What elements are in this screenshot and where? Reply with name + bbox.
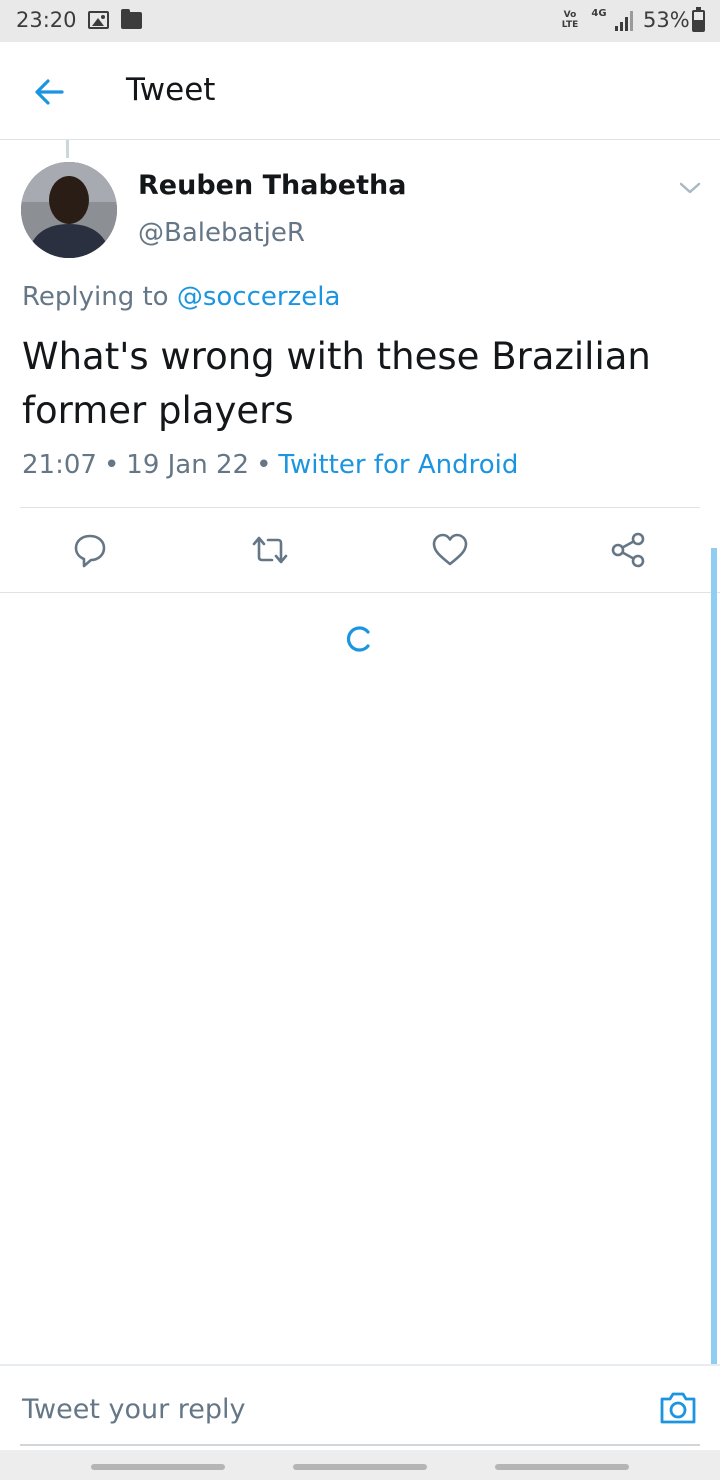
- chevron-down-icon: [679, 182, 701, 194]
- replying-to-line: Replying to @soccerzela: [22, 282, 340, 312]
- tweet-meta: 21:07 • 19 Jan 22 • Twitter for Android: [22, 450, 518, 480]
- tweet-time: 21:07: [22, 450, 97, 480]
- network-type-indicator: 4G: [591, 8, 607, 19]
- scrollbar[interactable]: [711, 548, 717, 1364]
- tweet-source-link[interactable]: Twitter for Android: [278, 450, 518, 480]
- battery-icon: [692, 7, 705, 32]
- page-title: Tweet: [126, 72, 216, 108]
- camera-icon: [660, 1392, 696, 1424]
- replying-to-label: Replying to: [22, 282, 169, 312]
- avatar-photo: [21, 162, 117, 258]
- system-navigation-bar: [0, 1450, 720, 1480]
- folder-notification-icon: [121, 9, 142, 29]
- share-icon: [611, 532, 645, 568]
- reply-button[interactable]: [70, 530, 110, 570]
- author-handle[interactable]: @BalebatjeR: [138, 218, 305, 248]
- camera-button[interactable]: [656, 1386, 700, 1430]
- thread-connector-line: [66, 140, 69, 158]
- battery-percentage: 53%: [643, 8, 690, 32]
- arrow-left-icon: [35, 79, 64, 105]
- divider: [20, 507, 700, 508]
- back-button[interactable]: [28, 70, 72, 114]
- divider: [0, 592, 720, 593]
- status-bar: 23:20 Vo LTE 4G 53%: [0, 0, 720, 42]
- meta-separator: •: [103, 450, 120, 480]
- volte-indicator: Vo LTE: [561, 10, 579, 30]
- reply-icon: [74, 534, 106, 568]
- reply-input-underline: [20, 1444, 700, 1446]
- replying-to-handle-link[interactable]: @soccerzela: [177, 282, 341, 312]
- nav-gesture-back[interactable]: [91, 1464, 225, 1470]
- spinner-icon: [346, 626, 370, 652]
- status-time: 23:20: [16, 8, 77, 32]
- author-name[interactable]: Reuben Thabetha: [138, 170, 406, 201]
- loading-spinner: [344, 624, 374, 654]
- tweet-menu-button[interactable]: [678, 178, 702, 198]
- avatar[interactable]: [21, 162, 117, 258]
- reply-composer-bar: Tweet your reply: [0, 1364, 720, 1446]
- nav-gesture-recents[interactable]: [495, 1464, 629, 1470]
- tweet-date: 19 Jan 22: [126, 450, 250, 480]
- top-app-bar: Tweet: [0, 42, 720, 140]
- like-button[interactable]: [430, 530, 470, 570]
- share-button[interactable]: [608, 530, 648, 570]
- retweet-button[interactable]: [250, 530, 290, 570]
- gallery-notification-icon: [88, 11, 109, 29]
- heart-icon: [432, 533, 468, 566]
- retweet-icon: [252, 536, 288, 564]
- meta-separator: •: [256, 450, 272, 480]
- signal-icon: [615, 11, 635, 31]
- tweet-text: What's wrong with these Brazilian former…: [22, 335, 651, 432]
- nav-gesture-home[interactable]: [293, 1464, 427, 1470]
- reply-input[interactable]: Tweet your reply: [22, 1394, 246, 1425]
